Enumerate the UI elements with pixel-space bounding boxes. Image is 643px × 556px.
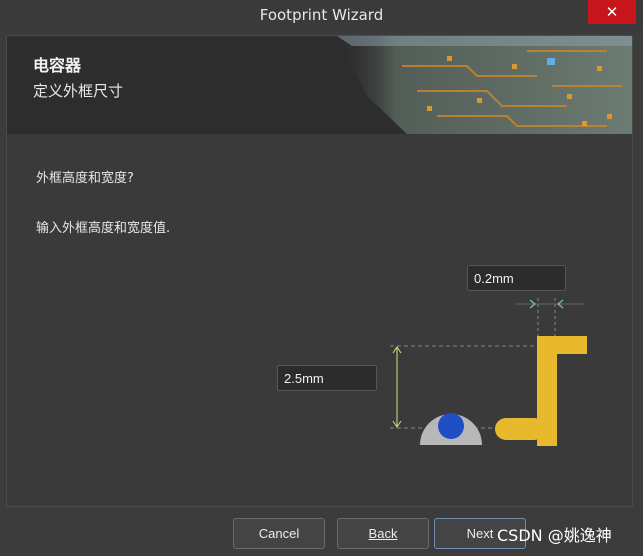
window-title: Footprint Wizard <box>259 6 384 24</box>
height-input[interactable]: 2.5mm <box>277 365 377 391</box>
line-width-input[interactable]: 0.2mm <box>467 265 566 291</box>
question-text: 外框高度和宽度? <box>36 171 134 186</box>
page-subtitle: 定义外框尺寸 <box>33 82 124 100</box>
close-button[interactable]: ✕ <box>588 0 636 24</box>
back-button[interactable]: Back <box>337 518 429 549</box>
instruction-text: 输入外框高度和宽度值. <box>36 221 171 236</box>
footprint-diagram <box>390 298 587 446</box>
wizard-header: 电容器 定义外框尺寸 <box>7 36 632 134</box>
cancel-button[interactable]: Cancel <box>233 518 325 549</box>
page-title: 电容器 <box>33 56 82 75</box>
close-icon: ✕ <box>605 3 619 21</box>
watermark: CSDN @姚逸神 <box>497 526 612 545</box>
title-bar: Footprint Wizard ✕ <box>0 0 643 30</box>
